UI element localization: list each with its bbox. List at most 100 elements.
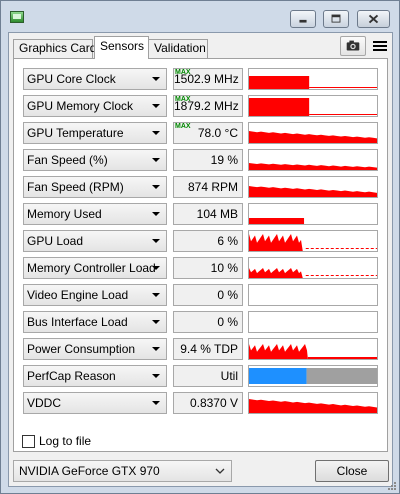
tab-sensors[interactable]: Sensors: [94, 36, 149, 59]
sensor-graph: [248, 257, 378, 279]
sensor-graph: [248, 68, 378, 90]
sensor-name-select[interactable]: Memory Controller Load: [23, 257, 167, 279]
dropdown-arrow-icon: [152, 401, 160, 405]
sensor-row: PerfCap Reason Util: [23, 365, 385, 387]
dropdown-arrow-icon: [152, 185, 160, 189]
sensor-name-select[interactable]: GPU Memory Clock: [23, 95, 167, 117]
perfcap-idle-segment: [306, 368, 377, 384]
sensor-value: 0.8370 V: [173, 392, 243, 414]
sensor-value: 0 %: [173, 311, 243, 333]
tab-validation[interactable]: Validation: [148, 39, 208, 58]
minimize-button[interactable]: [290, 10, 316, 28]
menu-button[interactable]: [370, 36, 390, 56]
sensor-value-text: 0.8370 V: [189, 396, 238, 410]
graph-fill: [249, 76, 310, 89]
sensor-name-select[interactable]: Fan Speed (%): [23, 149, 167, 171]
sensor-graph: [248, 95, 378, 117]
sensor-value-text: 10 %: [210, 261, 238, 275]
resize-grip-icon[interactable]: [387, 481, 397, 491]
gpu-z-window: Graphics Card Sensors Validation GPU Cor…: [0, 0, 400, 494]
sensor-value: 10 %: [173, 257, 243, 279]
sensor-value-text: 19 %: [210, 153, 238, 167]
sensor-name: VDDC: [27, 396, 62, 410]
sensor-graph: [248, 311, 378, 333]
log-to-file-checkbox[interactable]: [22, 435, 35, 448]
sensor-name-select[interactable]: Video Engine Load: [23, 284, 167, 306]
camera-icon: [346, 40, 360, 51]
max-flag: MAX: [175, 69, 191, 76]
chevron-down-icon: [215, 468, 225, 474]
sensor-graph: [248, 149, 378, 171]
sensor-row: GPU Memory Clock MAX 1879.2 MHz: [23, 95, 385, 117]
sensor-row: Memory Controller Load 10 %: [23, 257, 385, 279]
graph-fill: [249, 344, 308, 359]
graph-fill: [249, 218, 305, 224]
sensor-name: Fan Speed (RPM): [27, 180, 124, 194]
sensor-name-select[interactable]: Bus Interface Load: [23, 311, 167, 333]
window-close-button[interactable]: [357, 10, 390, 28]
sensor-name: GPU Memory Clock: [27, 99, 134, 113]
hamburger-menu-icon: [373, 41, 387, 51]
sensor-value: 6 %: [173, 230, 243, 252]
maximize-icon: [331, 14, 341, 23]
sensor-value: MAX 1502.9 MHz: [173, 68, 243, 90]
sensor-name: GPU Temperature: [27, 126, 124, 140]
sensor-graph: [248, 284, 378, 306]
sensor-graph: [248, 338, 378, 360]
dropdown-arrow-icon: [152, 158, 160, 162]
tab-strip: Graphics Card Sensors Validation: [9, 33, 392, 59]
gpu-selector[interactable]: NVIDIA GeForce GTX 970: [13, 460, 232, 482]
title-bar[interactable]: [1, 1, 399, 31]
close-button[interactable]: Close: [315, 460, 389, 482]
log-to-file-label[interactable]: Log to file: [39, 435, 91, 448]
sensor-value-text: 9.4 % TDP: [180, 342, 238, 356]
graph-fill: [249, 163, 377, 170]
sensor-graph: [248, 176, 378, 198]
screenshot-button[interactable]: [340, 36, 366, 56]
sensor-graph: [248, 122, 378, 144]
sensor-value: 874 RPM: [173, 176, 243, 198]
sensor-name-select[interactable]: Fan Speed (RPM): [23, 176, 167, 198]
graph-fill: [249, 98, 310, 116]
sensor-name-select[interactable]: Power Consumption: [23, 338, 167, 360]
graph-fill: [249, 186, 377, 197]
sensor-row: Fan Speed (RPM) 874 RPM: [23, 176, 385, 198]
dropdown-arrow-icon: [152, 293, 160, 297]
sensor-value-text: 104 MB: [196, 207, 238, 221]
sensor-value-text: 0 %: [217, 288, 238, 302]
sensor-row: Bus Interface Load 0 %: [23, 311, 385, 333]
sensor-name-select[interactable]: GPU Load: [23, 230, 167, 252]
sensor-name-select[interactable]: GPU Core Clock: [23, 68, 167, 90]
max-flag: MAX: [175, 123, 191, 130]
graph-fill: [249, 399, 377, 413]
app-icon: [10, 11, 24, 23]
sensor-value-text: 78.0 °C: [197, 126, 238, 140]
sensor-value: MAX 1879.2 MHz: [173, 95, 243, 117]
sensor-row: GPU Temperature MAX 78.0 °C: [23, 122, 385, 144]
close-icon: [368, 14, 379, 24]
graph-fill: [307, 357, 377, 359]
sensor-name-select[interactable]: Memory Used: [23, 203, 167, 225]
sensor-value: MAX 78.0 °C: [173, 122, 243, 144]
dropdown-arrow-icon: [152, 320, 160, 324]
sensor-name: Memory Used: [27, 207, 102, 221]
dropdown-arrow-icon: [152, 239, 160, 243]
sensor-name-select[interactable]: GPU Temperature: [23, 122, 167, 144]
sensor-name: Bus Interface Load: [27, 315, 128, 329]
client-area: Graphics Card Sensors Validation GPU Cor…: [8, 32, 393, 487]
dropdown-arrow-icon: [152, 266, 160, 270]
sensor-value-text: Util: [220, 369, 238, 383]
sensor-value-text: 6 %: [217, 234, 238, 248]
sensor-name: GPU Core Clock: [27, 72, 116, 86]
sensor-row: Video Engine Load 0 %: [23, 284, 385, 306]
tab-graphics-card[interactable]: Graphics Card: [13, 39, 96, 58]
sensor-value: 9.4 % TDP: [173, 338, 243, 360]
sensor-value: 0 %: [173, 284, 243, 306]
sensor-name-select[interactable]: VDDC: [23, 392, 167, 414]
maximize-button[interactable]: [323, 10, 349, 28]
sensor-name: Fan Speed (%): [27, 153, 108, 167]
sensor-graph: [248, 203, 378, 225]
sensor-row: Fan Speed (%) 19 %: [23, 149, 385, 171]
sensor-row: Power Consumption 9.4 % TDP: [23, 338, 385, 360]
sensor-name-select[interactable]: PerfCap Reason: [23, 365, 167, 387]
